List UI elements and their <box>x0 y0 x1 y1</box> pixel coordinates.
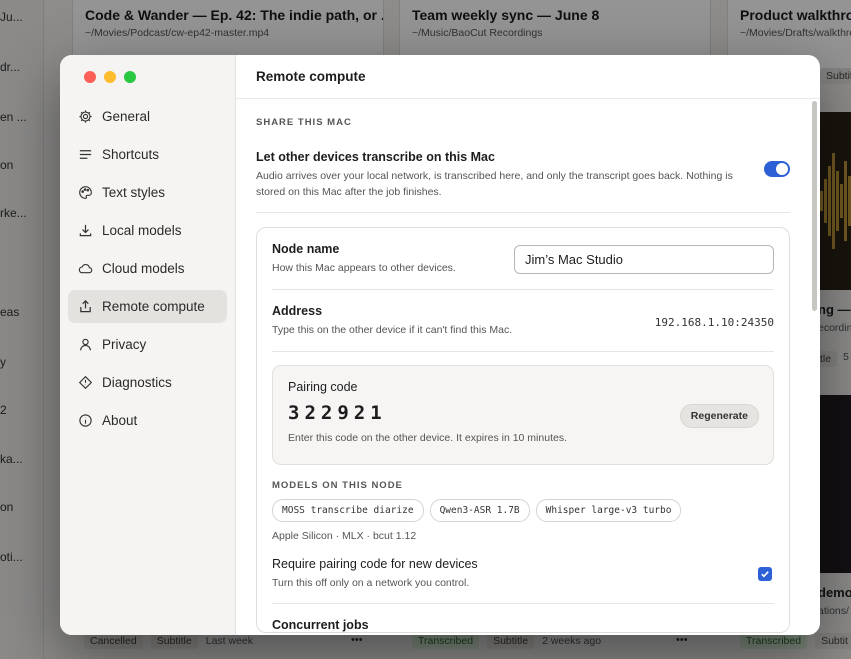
hardware-info: Apple Silicon · MLX · bcut 1.12 <box>272 530 417 542</box>
share-mac-row: Let other devices transcribe on this Mac… <box>256 150 790 213</box>
header-divider <box>236 98 820 99</box>
sidebar-item-general[interactable]: General <box>68 100 227 133</box>
sidebar-item-diagnostics[interactable]: Diagnostics <box>68 366 227 399</box>
diamond-icon <box>78 375 93 390</box>
node-name-row: Node name How this Mac appears to other … <box>272 228 774 290</box>
scrollbar[interactable] <box>812 101 817 311</box>
sidebar-item-label: Diagnostics <box>102 375 172 390</box>
pairing-code-label: Pairing code <box>288 380 358 394</box>
sidebar-item-label: Shortcuts <box>102 147 160 162</box>
sidebar-item-label: Privacy <box>102 337 147 352</box>
section-label: SHARE THIS MAC <box>256 117 352 128</box>
wechat-logo-icon <box>629 614 649 631</box>
address-value: 192.168.1.10:24350 <box>654 316 774 329</box>
sidebar-item-label: General <box>102 109 151 124</box>
node-name-input[interactable] <box>514 245 774 274</box>
palette-icon <box>79 186 92 199</box>
settings-sidebar: General Shortcuts Text styles Local mode… <box>60 55 236 635</box>
watermark: 公众号 · 宝玉AI <box>628 611 765 635</box>
require-pairing-checkbox[interactable] <box>758 567 772 581</box>
models-section-label: MODELS ON THIS NODE <box>272 480 403 491</box>
sidebar-item-text-styles[interactable]: Text styles <box>68 176 227 209</box>
sidebar-item-cloud-models[interactable]: Cloud models <box>68 252 227 285</box>
share-mac-toggle[interactable] <box>764 161 790 177</box>
toggle-knob <box>776 163 788 175</box>
sidebar-item-remote-compute[interactable]: Remote compute <box>68 290 227 323</box>
model-chip: Whisper large-v3 turbo <box>535 499 682 522</box>
pairing-code-card: Pairing code 322921 Enter this code on t… <box>272 365 774 465</box>
require-pairing-title: Require pairing code for new devices <box>272 557 478 571</box>
sidebar-item-label: Remote compute <box>102 299 205 314</box>
model-chip: Qwen3-ASR 1.7B <box>429 499 530 522</box>
sidebar-item-label: Local models <box>102 223 182 238</box>
share-mac-title: Let other devices transcribe on this Mac <box>256 150 495 164</box>
download-icon <box>79 224 92 237</box>
model-chip: MOSS transcribe diarize <box>272 499 424 522</box>
address-row: Address Type this on the other device if… <box>272 290 774 352</box>
sidebar-item-privacy[interactable]: Privacy <box>68 328 227 361</box>
lines-icon <box>79 150 92 159</box>
window-controls <box>84 71 136 83</box>
models-list: MOSS transcribe diarize Qwen3-ASR 1.7B W… <box>272 499 774 522</box>
minimize-window-button[interactable] <box>104 71 116 83</box>
sidebar-item-about[interactable]: About <box>68 404 227 437</box>
share-icon <box>80 300 91 313</box>
info-icon <box>79 414 92 427</box>
settings-dialog: General Shortcuts Text styles Local mode… <box>60 55 820 635</box>
node-settings-panel: Node name How this Mac appears to other … <box>256 227 790 633</box>
sidebar-item-label: About <box>102 413 138 428</box>
sidebar-item-label: Cloud models <box>102 261 185 276</box>
sidebar-item-shortcuts[interactable]: Shortcuts <box>68 138 227 171</box>
require-pairing-row: Require pairing code for new devices Tur… <box>272 557 774 604</box>
close-window-button[interactable] <box>84 71 96 83</box>
zoom-window-button[interactable] <box>124 71 136 83</box>
settings-nav: General Shortcuts Text styles Local mode… <box>68 100 227 442</box>
watermark-text: 公众号 · 宝玉AI <box>656 617 766 634</box>
share-mac-description: Audio arrives over your local network, i… <box>256 170 733 198</box>
sidebar-item-local-models[interactable]: Local models <box>68 214 227 247</box>
gear-icon <box>79 110 92 123</box>
settings-main-pane: Remote compute SHARE THIS MAC Let other … <box>236 55 820 635</box>
require-pairing-description: Turn this off only on a network you cont… <box>272 577 470 589</box>
person-icon <box>80 338 91 351</box>
settings-content: SHARE THIS MAC Let other devices transcr… <box>256 117 790 633</box>
pairing-code-description: Enter this code on the other device. It … <box>288 432 567 444</box>
checkmark-icon <box>761 571 769 578</box>
page-title: Remote compute <box>256 69 366 84</box>
sidebar-item-label: Text styles <box>102 185 166 200</box>
regenerate-button[interactable]: Regenerate <box>679 404 759 428</box>
cloud-icon <box>78 263 93 274</box>
